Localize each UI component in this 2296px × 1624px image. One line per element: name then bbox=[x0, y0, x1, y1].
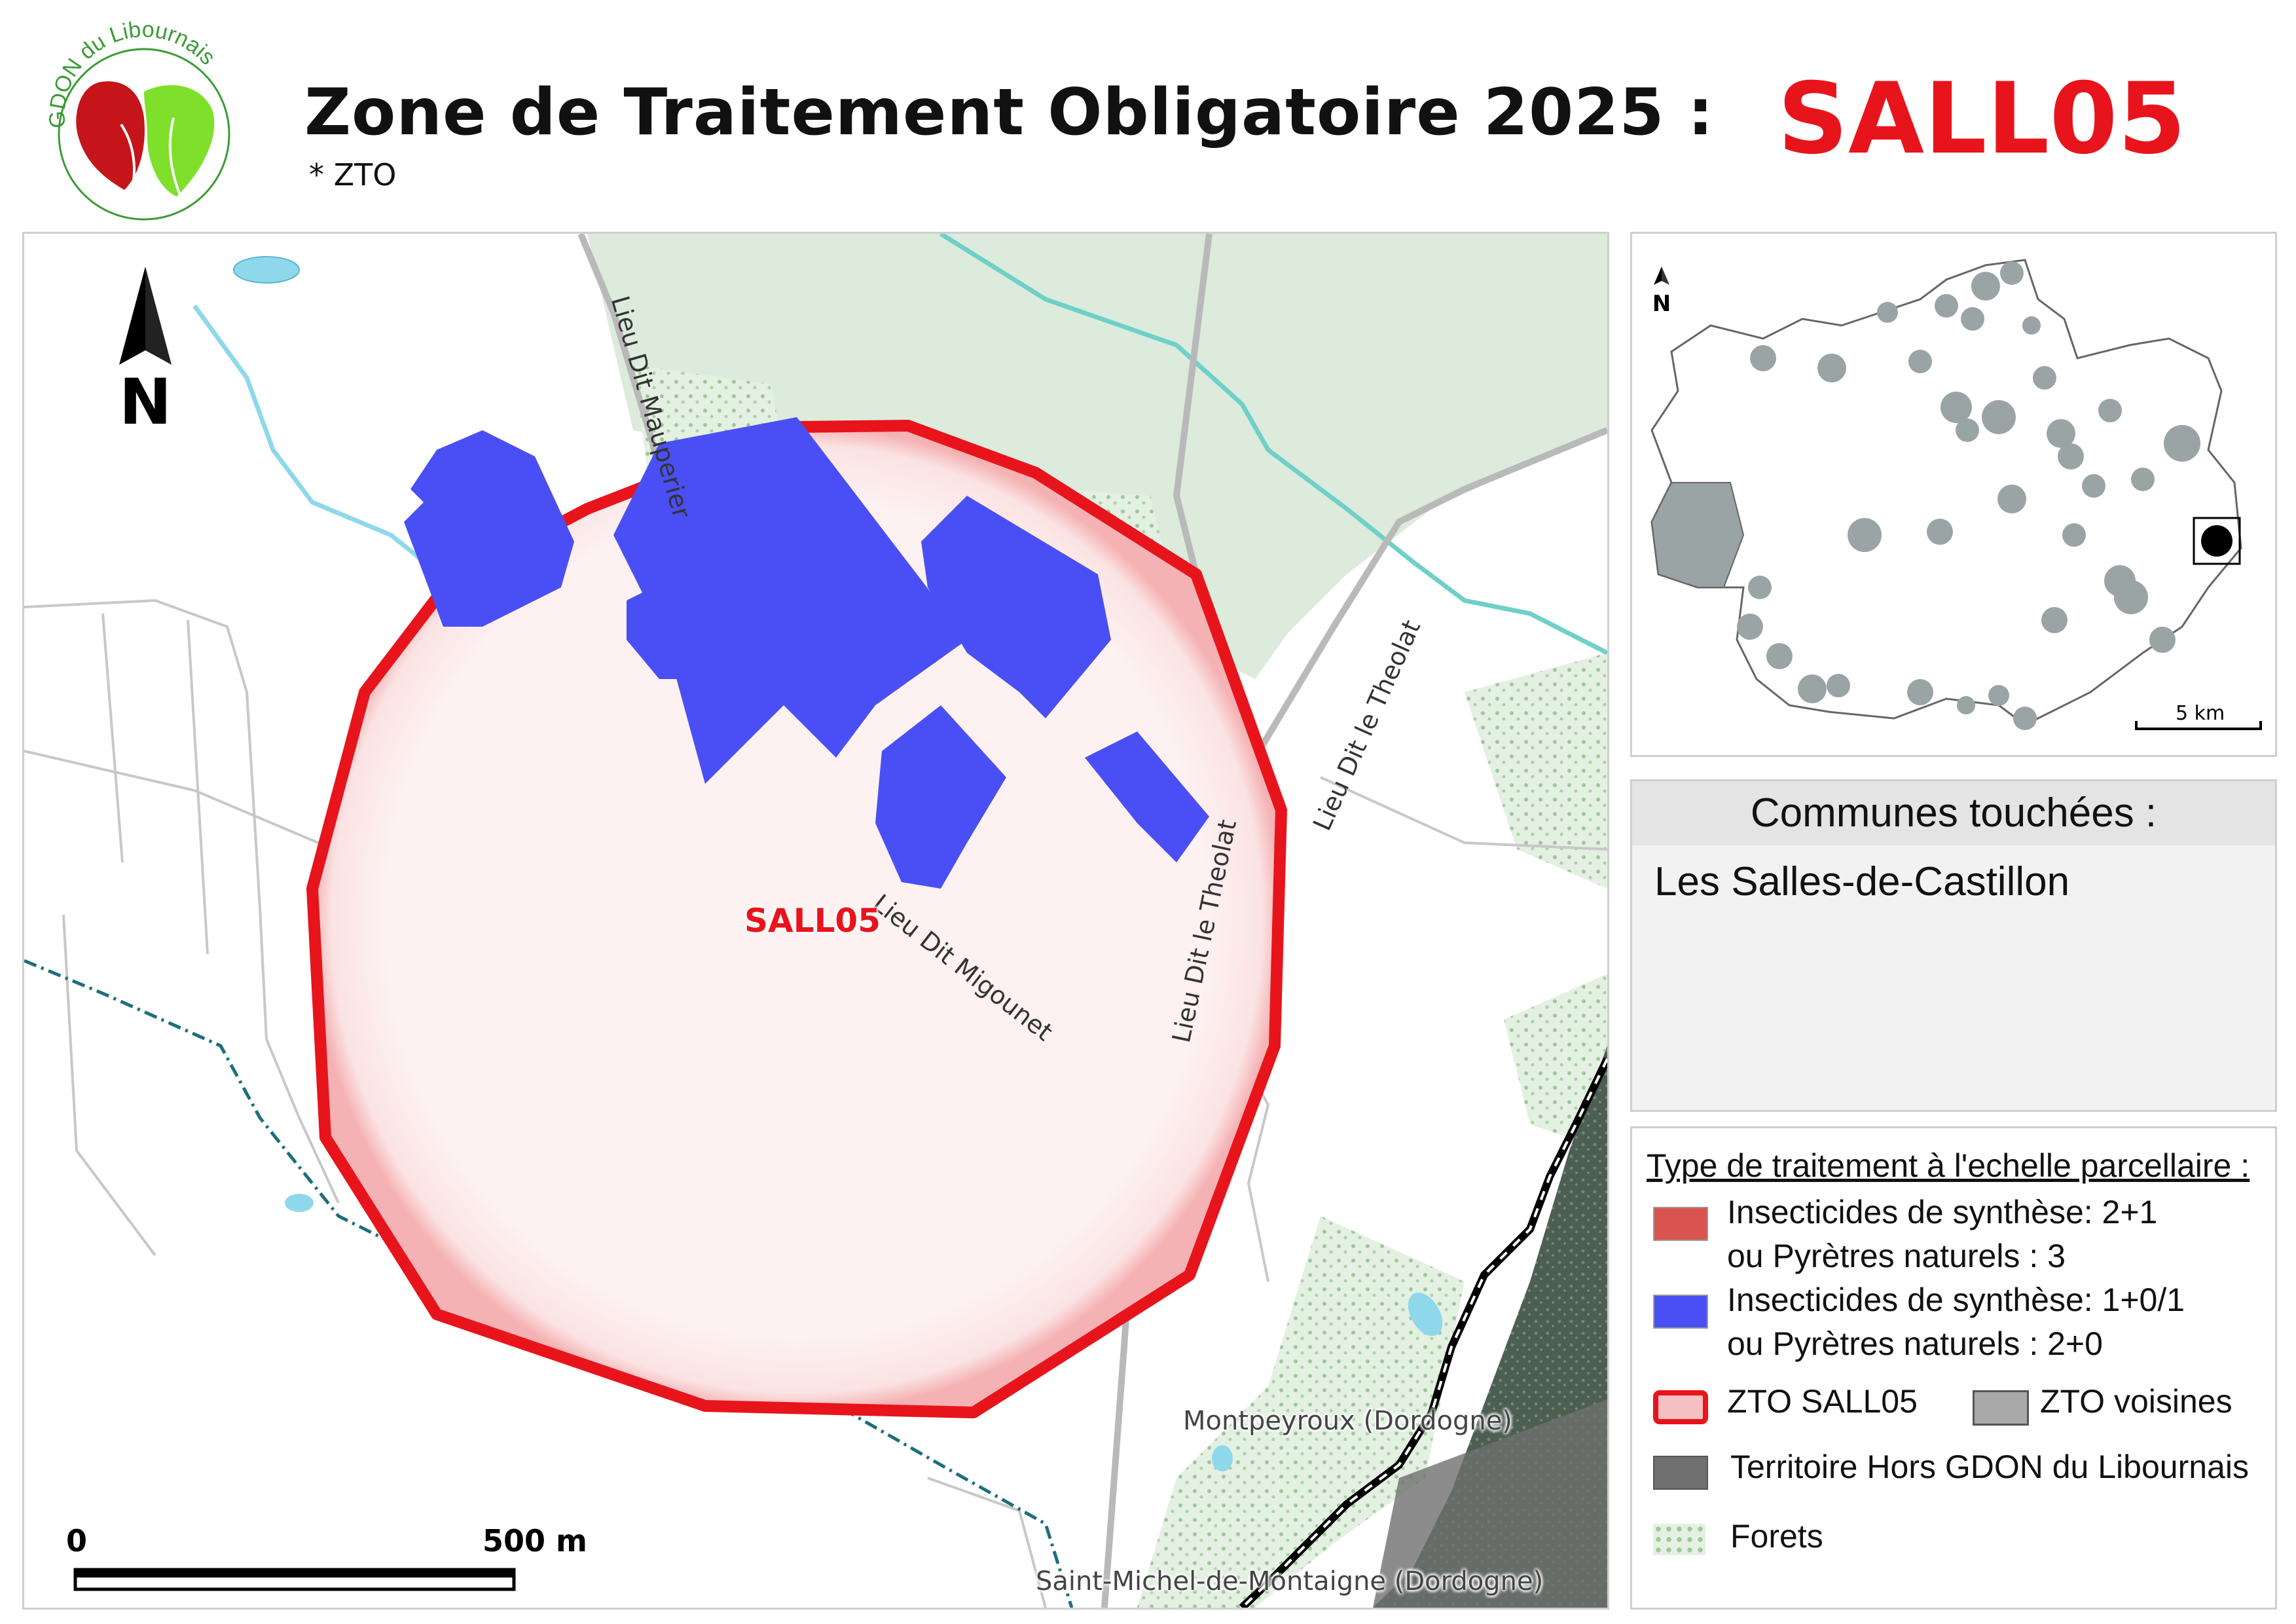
inset-scale-bar: 5 km bbox=[2135, 702, 2262, 730]
gdon-territory bbox=[1650, 259, 2242, 726]
pond bbox=[285, 1194, 314, 1212]
pond bbox=[1212, 1445, 1233, 1471]
legend-swatch-blue bbox=[1653, 1295, 1708, 1329]
forest-patch bbox=[1465, 653, 1607, 889]
commune-item: Les Salles-de-Castillon bbox=[1654, 859, 2070, 904]
legend-swatch-outside bbox=[1653, 1456, 1708, 1490]
legend-title: Type de traitement à l'echelle parcellai… bbox=[1647, 1147, 2250, 1184]
legend-swatch-zto bbox=[1653, 1390, 1708, 1424]
pond bbox=[233, 256, 300, 284]
communes-panel: Communes touchées : Les Salles-de-Castil… bbox=[1630, 779, 2277, 1112]
legend-swatch-neighbors bbox=[1973, 1390, 2029, 1426]
scale-bar: 0 500 m bbox=[66, 1523, 587, 1591]
legend-zto-label: ZTO SALL05 bbox=[1727, 1383, 1918, 1420]
scale-start: 0 bbox=[66, 1523, 87, 1559]
gdon-logo: GDON du Libournais bbox=[39, 17, 249, 229]
legend-panel: Type de traitement à l'echelle parcellai… bbox=[1630, 1126, 2277, 1610]
place-label-montpeyroux: Montpeyroux (Dordogne) bbox=[1183, 1406, 1512, 1436]
zone-map-label: SALL05 bbox=[744, 902, 881, 940]
legend-swatch-forest bbox=[1653, 1524, 1705, 1555]
scale-end: 500 m bbox=[483, 1523, 587, 1559]
legend-forest-label: Forets bbox=[1730, 1518, 1823, 1555]
north-label: N bbox=[119, 365, 172, 439]
main-map[interactable]: N 0 500 m Lieu Dit Mauperier Lieu Dit Mi… bbox=[22, 232, 1609, 1610]
legend-red-line2: ou Pyrètres naturels : 3 bbox=[1727, 1238, 2066, 1274]
legend-blue-line2: ou Pyrètres naturels : 2+0 bbox=[1727, 1325, 2103, 1362]
communes-title: Communes touchées : bbox=[1632, 781, 2275, 845]
place-label-saint-michel: Saint-Michel-de-Montaigne (Dordogne) bbox=[1036, 1566, 1544, 1596]
page-subtitle: * ZTO bbox=[309, 157, 397, 193]
legend-red-line1: Insecticides de synthèse: 2+1 bbox=[1727, 1194, 2158, 1230]
legend-blue-line1: Insecticides de synthèse: 1+0/1 bbox=[1727, 1282, 2185, 1318]
inset-north-label: N bbox=[1652, 291, 1671, 317]
legend-neighbors-label: ZTO voisines bbox=[2040, 1383, 2232, 1420]
page-title: Zone de Traitement Obligatoire 2025 : bbox=[304, 75, 1714, 150]
north-arrow: N bbox=[119, 267, 172, 439]
inset-location-marker bbox=[2201, 525, 2232, 557]
inset-outside-area bbox=[1650, 482, 1745, 588]
inset-scale-label: 5 km bbox=[2176, 702, 2225, 725]
inset-map[interactable]: N 5 km bbox=[1630, 232, 2277, 757]
legend-swatch-red bbox=[1653, 1207, 1708, 1241]
legend-outside-label: Territoire Hors GDON du Libournais bbox=[1730, 1449, 2249, 1485]
inset-north-arrow: N bbox=[1652, 267, 1671, 317]
zone-code: SALL05 bbox=[1777, 62, 2187, 176]
